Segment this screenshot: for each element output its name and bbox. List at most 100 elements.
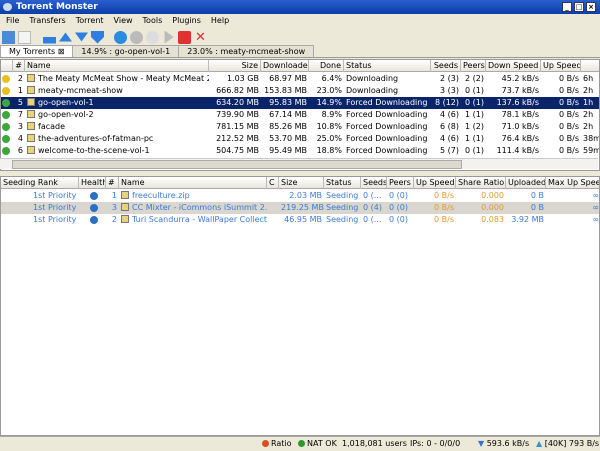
stop-icon[interactable]	[178, 30, 191, 44]
column-header[interactable]: Seeds	[431, 60, 461, 72]
menu-help[interactable]: Help	[211, 16, 229, 25]
menu-view[interactable]: View	[114, 16, 133, 25]
menu-file[interactable]: File	[6, 16, 19, 25]
file-icon	[121, 215, 129, 223]
column-header[interactable]: Size	[279, 177, 324, 189]
horizontal-scrollbar[interactable]	[0, 158, 598, 169]
move-bottom-icon[interactable]	[91, 30, 104, 44]
start-icon[interactable]	[164, 30, 174, 44]
cell-peers: 0 (0)	[387, 214, 414, 226]
health-icon	[90, 204, 98, 212]
column-header[interactable]: Down Speed	[486, 60, 541, 72]
upload-speed[interactable]: ▲ [40K] 793 B/s	[536, 437, 599, 451]
column-header[interactable]: Name	[25, 60, 209, 72]
column-header[interactable]: Up Speed	[541, 60, 581, 72]
refresh-icon[interactable]	[114, 30, 127, 44]
cell-peers: 0 (1)	[461, 85, 486, 97]
column-header[interactable]: Status	[344, 60, 431, 72]
seeding-row[interactable]: 1st Priority 1 freeculture.zip 2.03 MB Seedi…	[1, 190, 599, 202]
cell-seeds: 6 (8)	[431, 121, 461, 133]
torrent-row[interactable]: 1 meaty-mcmeat-show 666.82 MB 153.83 MB 23.0…	[1, 85, 599, 97]
nat-status[interactable]: NAT OK	[298, 437, 337, 451]
column-header[interactable]: Size	[209, 60, 261, 72]
cell-name: go-open-vol-1	[25, 97, 209, 109]
cell-text: 6	[17, 146, 23, 155]
column-header[interactable]: Max Up Speed	[546, 177, 599, 189]
torrent-row[interactable]: 3 facade 781.15 MB 85.26 MB 10.8% Forced Down…	[1, 121, 599, 133]
column-header[interactable]: Peers	[387, 177, 414, 189]
cell-text: 2 (3)	[440, 74, 459, 83]
torrent-row[interactable]: 5 go-open-vol-1 634.20 MB 95.83 MB 14.9% Forc…	[1, 97, 599, 109]
maximize-button[interactable]: □	[574, 2, 584, 12]
file-icon	[27, 134, 35, 142]
column-header[interactable]: #	[13, 60, 25, 72]
menu-plugins[interactable]: Plugins	[172, 16, 201, 25]
cell-text: 3	[111, 203, 117, 212]
cell-done: 8.9%	[309, 109, 344, 121]
cell-peers: 2 (2)	[461, 73, 486, 85]
cell-eta: 6h	[581, 73, 599, 85]
torrent-row[interactable]: 2 The Meaty McMeat Show - Meaty McMeat 2 …	[1, 73, 599, 85]
column-header[interactable]: Done	[309, 60, 344, 72]
cell-up: 0 B/s	[541, 133, 581, 145]
column-header[interactable]: Up Speed	[414, 177, 456, 189]
cell-dl: 85.26 MB	[261, 121, 309, 133]
column-header[interactable]: Name	[119, 177, 267, 189]
cell-text: go-open-vol-2	[38, 110, 94, 119]
cell-n: 2	[13, 73, 25, 85]
close-button[interactable]: ×	[586, 2, 596, 12]
column-header[interactable]: Uploaded	[506, 177, 546, 189]
cell-rank: 1st Priority	[1, 202, 79, 214]
column-header[interactable]: Seeding Rank	[1, 177, 79, 189]
cell-text: 0 B/s	[434, 191, 454, 200]
cell-text: 25.0%	[316, 134, 342, 143]
move-down-icon[interactable]	[75, 32, 88, 42]
column-header[interactable]: Share Ratio	[456, 177, 506, 189]
cell-status: Seeding	[324, 214, 361, 226]
pause-icon[interactable]	[146, 30, 159, 44]
ratio-dot-icon	[262, 440, 269, 447]
cell-text: facade	[38, 122, 66, 131]
torrent-row[interactable]: 7 go-open-vol-2 739.90 MB 67.14 MB 8.9% Force…	[1, 109, 599, 121]
cell-text: 0 (1)	[465, 98, 484, 107]
column-header[interactable]: Peers	[461, 60, 486, 72]
cell-n: 3	[106, 202, 119, 214]
app-logo-icon	[3, 3, 12, 11]
cell-up: 0 B/s	[541, 97, 581, 109]
scrollbar-thumb[interactable]	[12, 160, 462, 169]
open-torrent-icon[interactable]	[2, 30, 15, 44]
menu-tools[interactable]: Tools	[143, 16, 163, 25]
column-header[interactable]: Health	[79, 177, 106, 189]
torrent-row[interactable]: 4 the-adventures-of-fatman-pc 212.52 MB 53.…	[1, 133, 599, 145]
minimize-button[interactable]: _	[562, 2, 572, 12]
cell-text: 0.000	[481, 203, 504, 212]
column-header-marker[interactable]	[1, 60, 13, 72]
new-torrent-icon[interactable]	[18, 30, 31, 44]
move-up-icon[interactable]	[59, 32, 72, 42]
status-dot-icon	[2, 123, 10, 131]
move-top-icon[interactable]	[43, 30, 56, 44]
column-header[interactable]: Seeds	[361, 177, 387, 189]
menu-torrent[interactable]: Torrent	[76, 16, 104, 25]
torrent-row[interactable]: 6 welcome-to-the-scene-vol-1 504.75 MB 95.4…	[1, 145, 599, 157]
column-header[interactable]: #	[106, 177, 119, 189]
seeding-row[interactable]: 1st Priority 3 CC Mixter - iCommons iSummi…	[1, 202, 599, 214]
cell-text: 2	[111, 215, 117, 224]
tab-my-torrents[interactable]: My Torrents ⊠	[0, 45, 74, 57]
seeding-row[interactable]: 1st Priority 2 Turi Scandurra - WallPaper …	[1, 214, 599, 226]
cell-text: 1st Priority	[33, 203, 77, 212]
queue-icon[interactable]	[130, 30, 143, 44]
download-speed[interactable]: ▼ 593.6 kB/s	[478, 437, 529, 451]
tab-go-open-vol-1[interactable]: 14.9% : go-open-vol-1	[72, 45, 180, 57]
tab-meaty-mcmeat-show[interactable]: 23.0% : meaty-mcmeat-show	[178, 45, 315, 57]
column-header[interactable]: Downloaded	[261, 60, 309, 72]
column-header[interactable]: C	[267, 177, 279, 189]
column-header[interactable]: Status	[324, 177, 361, 189]
remove-icon[interactable]: ✕	[194, 31, 207, 44]
menu-transfers[interactable]: Transfers	[29, 16, 65, 25]
column-header[interactable]	[581, 60, 599, 72]
cell-peers: 1 (1)	[461, 109, 486, 121]
ratio-status[interactable]: Ratio	[262, 437, 292, 451]
cell-n: 4	[13, 133, 25, 145]
cell-eta: 38m	[581, 133, 599, 145]
